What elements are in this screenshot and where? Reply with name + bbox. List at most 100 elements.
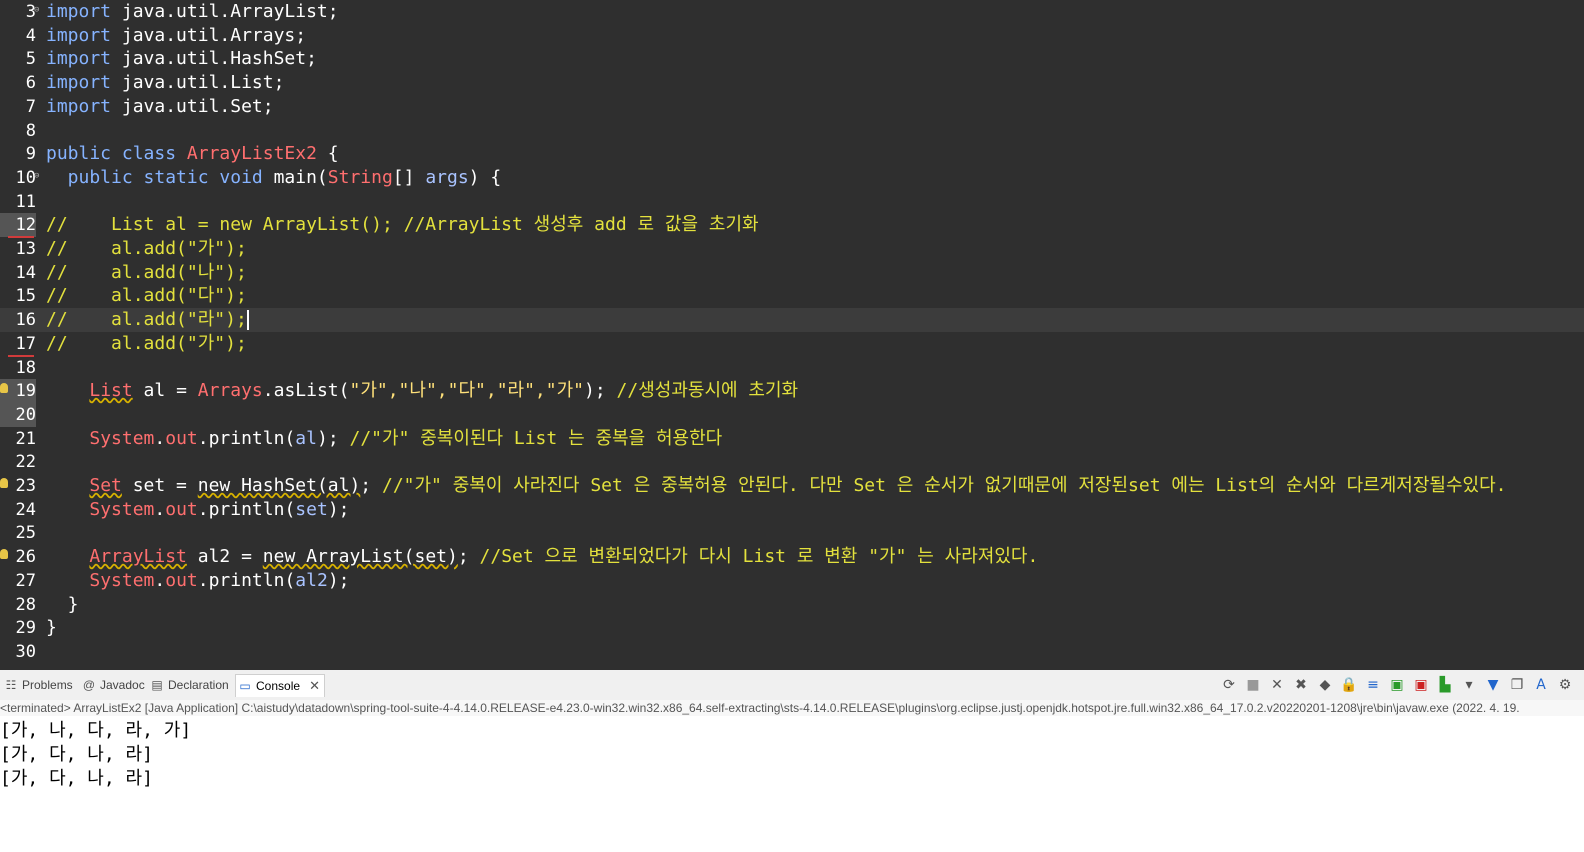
code-line[interactable]: 20 xyxy=(0,402,1584,427)
tab-declaration[interactable]: ▤ Declaration xyxy=(148,674,229,696)
code-token: { xyxy=(316,143,339,165)
problems-icon: ☷ xyxy=(5,678,17,692)
terminate-icon[interactable]: ■ xyxy=(1244,676,1262,694)
fold-icon[interactable]: ⊖ xyxy=(34,171,39,181)
code-text: // al.add("나"); xyxy=(46,261,247,285)
code-line[interactable]: 24 System.out.println(set); xyxy=(0,498,1584,522)
code-token: .println( xyxy=(197,498,296,520)
code-line[interactable]: 5 import java.util.HashSet; xyxy=(0,47,1584,71)
display-console-icon[interactable]: ▾ xyxy=(1460,676,1478,694)
code-line[interactable]: 12 // List al = new ArrayList(); //ArrayL… xyxy=(0,213,1584,239)
line-number: 14 xyxy=(15,262,36,283)
code-token: set = xyxy=(121,475,198,496)
console-toolbar: ⟳ ■ ✕ ✖ ◆ 🔒 ≡ ▣ ▣ ▙ ▾ ▼ ❐ A ⚙ xyxy=(1220,676,1574,694)
code-line[interactable]: 4 import java.util.Arrays; xyxy=(0,24,1584,48)
pin-console-icon[interactable]: ▙ xyxy=(1436,676,1454,694)
console-status: <terminated> ArrayListEx2 [Java Applicat… xyxy=(0,700,1584,716)
show-stdout-icon[interactable]: ▣ xyxy=(1388,676,1406,694)
tab-problems[interactable]: ☷ Problems xyxy=(2,674,73,696)
line-number: 9 xyxy=(25,144,36,165)
code-token: ); xyxy=(584,380,617,402)
code-token: ArrayList xyxy=(89,546,187,568)
word-wrap-icon[interactable]: ≡ xyxy=(1364,676,1382,694)
code-token: import xyxy=(46,48,112,70)
line-number: 6 xyxy=(25,73,36,94)
javadoc-icon: @ xyxy=(82,678,96,692)
code-line[interactable]: 6 import java.util.List; xyxy=(0,71,1584,95)
line-number: 5 xyxy=(25,49,36,70)
text-caret xyxy=(246,310,249,331)
code-line[interactable]: 23 Set set = new HashSet(al); //"가" 중복이 … xyxy=(0,474,1584,498)
code-line[interactable]: 22 xyxy=(0,450,1584,474)
line-number: 18 xyxy=(15,357,36,378)
code-token: .println( xyxy=(197,427,296,449)
code-line[interactable]: 13 // al.add("가"); xyxy=(0,237,1584,261)
quick-fix-icon[interactable] xyxy=(0,383,8,394)
code-line[interactable]: 26 ArrayList al2 = new ArrayList(set); /… xyxy=(0,545,1584,569)
code-token: . xyxy=(154,427,166,449)
code-text: System.out.println(al); //"가" 중복이된다 List… xyxy=(46,427,722,451)
tab-declaration-label: Declaration xyxy=(168,678,229,692)
font-icon[interactable]: A xyxy=(1532,676,1550,694)
code-line[interactable]: 11 xyxy=(0,190,1584,214)
code-token: } xyxy=(46,593,79,615)
code-text: } xyxy=(46,593,79,617)
code-token: // al.add("라"); xyxy=(46,309,247,331)
code-line[interactable]: 16 // al.add("라"); xyxy=(0,308,1584,333)
code-line[interactable]: 15 // al.add("다"); xyxy=(0,284,1584,308)
code-token: java.util.ArrayList; xyxy=(111,1,339,22)
code-line[interactable]: 21 System.out.println(al); //"가" 중복이된다 L… xyxy=(0,427,1584,451)
code-line[interactable]: 17 // al.add("가"); xyxy=(0,332,1584,357)
code-token: out xyxy=(165,569,198,591)
code-line[interactable]: 25 xyxy=(0,521,1584,545)
code-line[interactable]: 19 List al = Arrays.asList("가","나","다","… xyxy=(0,379,1584,404)
code-text: public static void main(String[] args) { xyxy=(46,166,502,190)
code-text: // List al = new ArrayList(); //ArrayLis… xyxy=(46,213,759,237)
fold-icon[interactable]: ⊖ xyxy=(34,6,39,15)
copy-icon[interactable]: ❐ xyxy=(1508,676,1526,694)
code-text: // al.add("다"); xyxy=(46,284,247,308)
new-console-icon[interactable]: ▼ xyxy=(1484,676,1502,694)
code-line[interactable]: 9 public class ArrayListEx2 { xyxy=(0,142,1584,166)
code-token: al2 xyxy=(295,569,328,591)
close-icon[interactable]: ✕ xyxy=(309,675,320,697)
quick-fix-icon[interactable] xyxy=(0,549,8,560)
tab-javadoc[interactable]: @ Javadoc xyxy=(80,674,145,696)
show-stderr-icon[interactable]: ▣ xyxy=(1412,676,1430,694)
code-line[interactable]: 10 ⊖ public static void main(String[] arg… xyxy=(0,166,1584,190)
clear-console-icon[interactable]: ◆ xyxy=(1316,676,1334,694)
remove-all-launches-icon[interactable]: ✖ xyxy=(1292,676,1310,694)
scroll-lock-icon[interactable]: 🔒 xyxy=(1340,676,1358,694)
refresh-icon[interactable]: ⟳ xyxy=(1220,676,1238,694)
code-line[interactable]: 28 } xyxy=(0,593,1584,617)
line-number: 27 xyxy=(15,570,36,591)
code-line[interactable]: 27 System.out.println(al2); xyxy=(0,569,1584,593)
code-token: Set xyxy=(89,475,122,496)
quick-fix-icon[interactable] xyxy=(0,478,8,488)
code-editor[interactable]: 3 ⊖ import java.util.ArrayList; 4 import jav… xyxy=(0,0,1584,670)
code-token: //생성과동시에 초기화 xyxy=(616,380,799,402)
code-token: java.util.HashSet; xyxy=(111,48,317,70)
code-line[interactable]: 29} xyxy=(0,616,1584,640)
code-token: ) { xyxy=(468,166,502,188)
code-token: java.util.Arrays; xyxy=(111,24,307,46)
code-text: import java.util.List; xyxy=(46,71,284,95)
code-text: List al = Arrays.asList("가","나","다","라",… xyxy=(46,379,798,403)
code-line[interactable]: 7 import java.util.Set; xyxy=(0,95,1584,119)
console-output-line: [가, 다, 나, 라] xyxy=(0,744,153,765)
code-token: main( xyxy=(273,166,328,188)
code-token: out xyxy=(165,427,198,449)
code-text: // al.add("가"); xyxy=(46,237,247,261)
code-token: // al.add("다"); xyxy=(46,285,247,307)
remove-launch-icon[interactable]: ✕ xyxy=(1268,676,1286,694)
code-line[interactable]: 14 // al.add("나"); xyxy=(0,261,1584,285)
code-token: al = xyxy=(132,380,198,402)
tab-problems-label: Problems xyxy=(22,678,73,692)
code-line[interactable]: 8 xyxy=(0,119,1584,143)
code-line[interactable]: 30 xyxy=(0,640,1584,664)
tab-console[interactable]: ▭ Console ✕ xyxy=(235,674,326,697)
code-line[interactable]: 18 xyxy=(0,356,1584,380)
code-line[interactable]: 3 ⊖ import java.util.ArrayList; xyxy=(0,0,1584,24)
settings-icon[interactable]: ⚙ xyxy=(1556,676,1574,694)
